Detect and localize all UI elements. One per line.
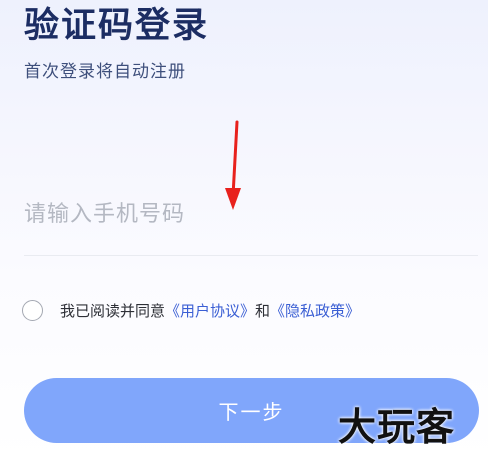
input-divider bbox=[24, 255, 478, 256]
user-agreement-link[interactable]: 《用户协议》 bbox=[165, 300, 255, 321]
agreement-checkbox[interactable] bbox=[22, 299, 43, 321]
agreement-text: 我已阅读并同意 bbox=[60, 301, 166, 320]
page-title: 验证码登录 bbox=[24, 6, 210, 46]
agreement-conjunction: 和 bbox=[255, 301, 271, 320]
page-subtitle: 首次登录将自动注册 bbox=[24, 62, 186, 82]
phone-number-input[interactable] bbox=[24, 190, 478, 238]
privacy-policy-link[interactable]: 《隐私政策》 bbox=[270, 300, 360, 321]
agreement-row: 我已阅读并同意 《用户协议》 和 《隐私政策》 bbox=[22, 297, 360, 323]
watermark-logo: 大玩客 bbox=[338, 404, 456, 449]
